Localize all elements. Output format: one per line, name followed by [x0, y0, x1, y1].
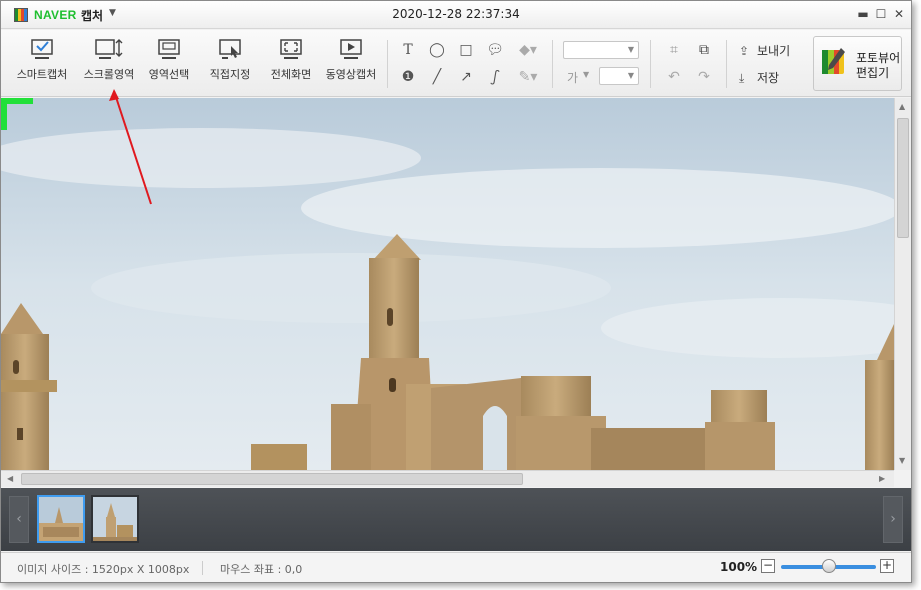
annotation-arrow — [109, 89, 152, 205]
scroll-right-icon[interactable]: ▶ — [879, 474, 885, 483]
strip-prev-button[interactable]: ‹ — [9, 496, 29, 543]
zoom-in-button[interactable]: + — [880, 559, 894, 573]
horizontal-scroll-thumb[interactable] — [21, 473, 523, 485]
image-size-text: 이미지 사이즈 : 1520px X 1008px — [17, 563, 190, 576]
thumbnail-item[interactable] — [37, 495, 85, 543]
vertical-scroll-thumb[interactable] — [897, 118, 909, 238]
vertical-scrollbar[interactable]: ▲ ▼ — [894, 98, 911, 470]
zoom-slider-handle[interactable] — [821, 559, 836, 573]
zoom-level-text: 100% — [720, 560, 758, 574]
strip-next-button[interactable]: › — [883, 496, 903, 543]
status-bar: 이미지 사이즈 : 1520px X 1008px 마우스 좌표 : 0,0 1… — [1, 552, 911, 582]
zoom-out-button[interactable]: − — [761, 559, 775, 573]
scroll-up-icon[interactable]: ▲ — [899, 102, 905, 111]
mouse-coords-text: 마우스 좌표 : 0,0 — [220, 563, 303, 576]
scroll-left-icon[interactable]: ◀ — [7, 474, 13, 483]
thumbnail-strip: ‹ › — [1, 488, 911, 551]
thumbnail-item[interactable] — [91, 495, 139, 543]
thumbnail-image — [93, 497, 137, 541]
status-divider — [202, 561, 203, 575]
horizontal-scrollbar[interactable]: ◀ ▶ — [1, 470, 894, 487]
thumbnail-image — [39, 497, 83, 541]
naver-capture-window: NAVER 캡처 ▼ 2020-12-28 22:37:34 ▬ ☐ ✕ 스마트… — [0, 0, 912, 583]
scroll-down-icon[interactable]: ▼ — [899, 456, 905, 465]
